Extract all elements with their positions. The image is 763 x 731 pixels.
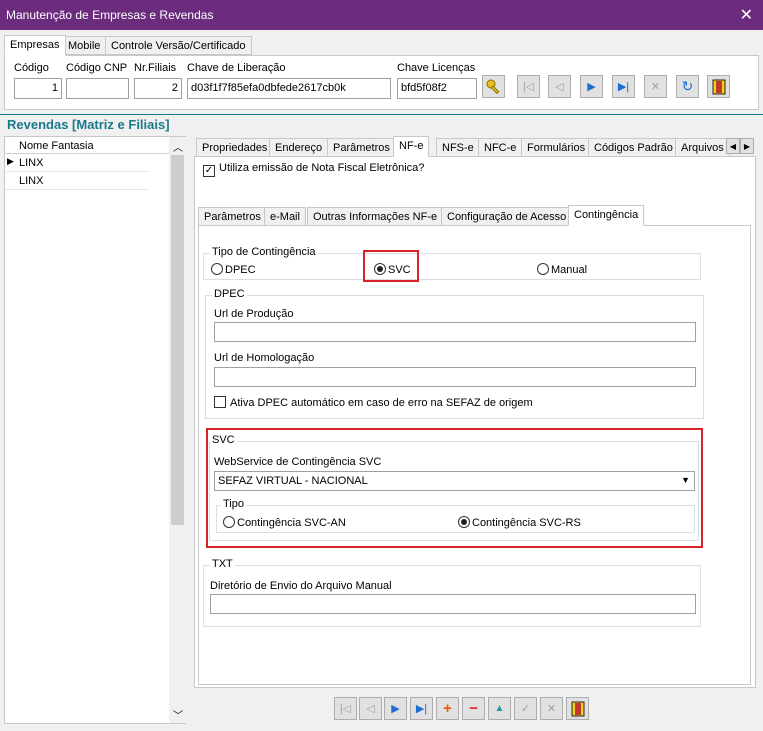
first-record-button[interactable]: |◁: [517, 75, 540, 98]
tab-empresas[interactable]: Empresas: [4, 35, 66, 56]
tab-scroll-right-icon[interactable]: ▶: [740, 138, 754, 154]
txt-title: TXT: [210, 558, 235, 570]
refresh-button[interactable]: ↻: [676, 75, 699, 98]
dpec-title: DPEC: [212, 288, 247, 300]
tab-parametros[interactable]: Parâmetros: [327, 138, 396, 157]
vertical-scrollbar[interactable]: ︿ ﹀: [169, 137, 186, 723]
nr-filiais-label: Nr.Filiais: [134, 62, 177, 74]
ativa-dpec-label: Ativa DPEC automático em caso de erro na…: [230, 397, 533, 409]
revendas-list[interactable]: Nome Fantasia ▶ LINX LINX ︿ ﹀: [4, 136, 186, 724]
svc-group-highlight-box: [206, 428, 703, 548]
radio-manual[interactable]: Manual: [537, 263, 587, 276]
edit-button[interactable]: ▲: [488, 697, 511, 720]
radio-dpec[interactable]: DPEC: [211, 263, 256, 276]
chave-liberacao-field[interactable]: d03f1f7f85efa0dbfede2617cb0k: [187, 78, 391, 99]
utiliza-nfe-label: Utiliza emissão de Nota Fiscal Eletrônic…: [219, 162, 425, 174]
url-producao-field[interactable]: [214, 322, 696, 342]
add-button[interactable]: +: [436, 697, 459, 720]
utiliza-nfe-checkbox[interactable]: ✓ Utiliza emissão de Nota Fiscal Eletrôni…: [203, 162, 424, 177]
bottom-cancel-button[interactable]: ✕: [540, 697, 563, 720]
bottom-prev-button[interactable]: ◁: [359, 697, 382, 720]
bottom-last-button[interactable]: ▶|: [410, 697, 433, 720]
tab-nfe[interactable]: NF-e: [393, 136, 430, 157]
cancel-button[interactable]: ✕: [644, 75, 667, 98]
tab-formularios[interactable]: Formulários: [521, 138, 592, 157]
tipo-contingencia-label: Tipo de Contingência: [210, 246, 318, 258]
sub-tab-strip: Parâmetros e-Mail Outras Informações NF-…: [198, 205, 748, 227]
radio-icon: [537, 263, 549, 275]
exit-door-icon: [712, 79, 725, 94]
bottom-next-button[interactable]: ▶: [384, 697, 407, 720]
tab-nfce[interactable]: NFC-e: [478, 138, 523, 157]
tab-codigos-padrao[interactable]: Códigos Padrão: [588, 138, 679, 157]
url-producao-label: Url de Produção: [214, 308, 294, 320]
codigo-field[interactable]: 1: [14, 78, 62, 99]
chave-licencas-label: Chave Licenças: [397, 62, 476, 74]
main-tab-strip: Propriedades Endereço Parâmetros NF-e NF…: [196, 136, 756, 158]
section-divider: [0, 114, 763, 115]
chave-liberacao-label: Chave de Liberação: [187, 62, 286, 74]
subtab-parametros[interactable]: Parâmetros: [198, 207, 267, 226]
radio-icon: [211, 263, 223, 275]
column-nome-fantasia: Nome Fantasia: [19, 140, 94, 152]
url-homologacao-field[interactable]: [214, 367, 696, 387]
tipo-contingencia-group: Tipo de Contingência: [203, 246, 701, 280]
chave-licencas-field[interactable]: bfd5f08f2: [397, 78, 477, 99]
tab-controle-versao[interactable]: Controle Versão/Certificado: [105, 36, 252, 55]
checkbox-icon: [214, 396, 226, 408]
codigo-cnp-label: Código CNP: [66, 62, 128, 74]
list-item[interactable]: LINX: [5, 172, 149, 190]
tab-scroll-left-icon[interactable]: ◀: [726, 138, 740, 154]
revendas-title: Revendas [Matriz e Filiais]: [7, 117, 170, 132]
tab-nfse[interactable]: NFS-e: [436, 138, 480, 157]
ativa-dpec-checkbox[interactable]: Ativa DPEC automático em caso de erro na…: [214, 396, 533, 409]
diretorio-label: Diretório de Envio do Arquivo Manual: [210, 580, 392, 592]
tab-endereco[interactable]: Endereço: [269, 138, 329, 157]
codigo-label: Código: [14, 62, 49, 74]
url-homologacao-label: Url de Homologação: [214, 352, 315, 364]
tab-propriedades[interactable]: Propriedades: [196, 138, 274, 157]
tab-mobile[interactable]: Mobile: [62, 36, 107, 55]
window-title: Manutenção de Empresas e Revendas: [6, 8, 214, 22]
radio-dpec-label: DPEC: [225, 264, 256, 276]
subtab-outras-informacoes[interactable]: Outras Informações NF-e: [307, 207, 444, 226]
nr-filiais-field[interactable]: 2: [134, 78, 182, 99]
confirm-button[interactable]: ✓: [514, 697, 537, 720]
title-bar: Manutenção de Empresas e Revendas ✕: [0, 0, 763, 30]
next-record-button[interactable]: ▶: [580, 75, 603, 98]
subtab-contingencia[interactable]: Contingência: [568, 205, 645, 226]
key-button[interactable]: [482, 75, 505, 98]
key-icon: [486, 79, 499, 94]
list-item-label: LINX: [19, 175, 44, 187]
diretorio-field[interactable]: [210, 594, 696, 614]
exit-door-icon: [571, 701, 584, 716]
codigo-cnp-field[interactable]: [66, 78, 129, 99]
row-pointer-icon: ▶: [7, 156, 14, 166]
list-item[interactable]: ▶ LINX: [5, 154, 149, 172]
bottom-exit-button[interactable]: [566, 697, 589, 720]
scroll-up-icon[interactable]: ︿: [173, 139, 183, 154]
list-item-label: LINX: [19, 157, 44, 169]
prev-record-button[interactable]: ◁: [548, 75, 571, 98]
close-icon[interactable]: ✕: [740, 5, 753, 25]
scrollbar-thumb[interactable]: [171, 155, 184, 525]
tab-arquivos[interactable]: Arquivos: [675, 138, 730, 157]
scroll-down-icon[interactable]: ﹀: [173, 707, 183, 722]
exit-button[interactable]: [707, 75, 730, 98]
svc-highlight-box: [363, 250, 419, 282]
remove-button[interactable]: −: [462, 697, 485, 720]
radio-manual-label: Manual: [551, 264, 588, 276]
bottom-first-button[interactable]: |◁: [334, 697, 357, 720]
subtab-configuracao-acesso[interactable]: Configuração de Acesso: [441, 207, 573, 226]
checkbox-checked-icon: ✓: [203, 165, 215, 177]
subtab-email[interactable]: e-Mail: [264, 207, 306, 226]
last-record-button[interactable]: ▶|: [612, 75, 635, 98]
list-header: Nome Fantasia: [5, 137, 169, 154]
